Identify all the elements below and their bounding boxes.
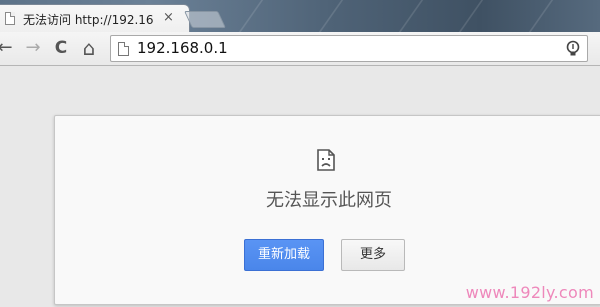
background-streak xyxy=(398,0,424,32)
more-button[interactable]: 更多 xyxy=(341,239,405,271)
background-streak xyxy=(318,0,344,32)
page-icon xyxy=(118,42,129,56)
background-streak xyxy=(458,0,484,32)
error-message: 无法显示此网页 xyxy=(266,190,392,211)
watermark: www.192ly.com xyxy=(465,283,594,302)
tab-close-icon[interactable]: × xyxy=(163,11,174,25)
tab-active[interactable]: 无法访问 http://192.168. × xyxy=(0,4,190,32)
page-favicon-icon xyxy=(5,12,15,25)
toolbar: ← → C ⌂ 192.168.0.1 xyxy=(0,32,600,66)
lightbulb-icon[interactable] xyxy=(565,40,581,58)
tab-strip: 无法访问 http://192.168. × xyxy=(0,0,600,32)
reload-icon[interactable]: C xyxy=(50,37,72,59)
url-text[interactable]: 192.168.0.1 xyxy=(137,39,228,57)
home-icon[interactable]: ⌂ xyxy=(78,37,100,59)
sad-page-icon xyxy=(317,149,335,171)
forward-arrow-icon[interactable]: → xyxy=(22,37,44,59)
new-tab-button[interactable] xyxy=(184,11,226,28)
background-streak xyxy=(238,0,264,32)
error-card: 无法显示此网页 重新加载 更多 xyxy=(54,115,600,305)
address-bar[interactable]: 192.168.0.1 xyxy=(110,35,588,62)
background-streak xyxy=(528,0,554,32)
reload-button[interactable]: 重新加载 xyxy=(244,239,324,271)
tab-title: 无法访问 http://192.168. xyxy=(23,13,153,27)
back-arrow-icon[interactable]: ← xyxy=(0,37,16,59)
